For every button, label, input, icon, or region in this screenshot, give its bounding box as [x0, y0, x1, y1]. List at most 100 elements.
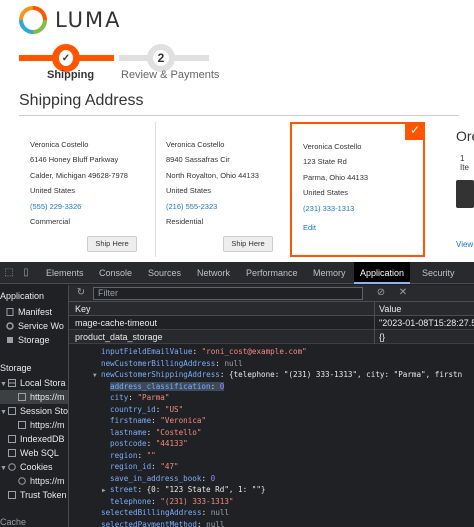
luma-logo[interactable]: LUMA [19, 6, 122, 34]
sidebar-item-storage[interactable]: Storage [6, 333, 50, 347]
tree-node: city: "Parma" [110, 392, 169, 403]
address-country: United States [166, 186, 212, 196]
clear-all-icon[interactable]: ⊘ [375, 287, 387, 299]
tree-value: "44133" [155, 439, 188, 448]
address-city: North Royalton, Ohio 44133 [166, 170, 259, 180]
tree-node[interactable]: ▼ newCustomerShippingAddress: {telephone:… [93, 369, 462, 380]
row-key: mage-cache-timeout [75, 318, 158, 328]
grid-icon [18, 393, 26, 401]
table-row[interactable]: product_data_storage {} [69, 330, 474, 344]
sidebar-item-cookies[interactable]: ▼ Cookies [0, 460, 53, 474]
tree-value: "Veronica" [160, 416, 207, 425]
tab-memory[interactable]: Memory [307, 262, 352, 284]
tree-node: selectedBillingAddress: null [101, 507, 229, 518]
sidebar-item-manifest[interactable]: Manifest [6, 305, 52, 319]
tree-key: newCustomerBillingAddress [101, 358, 216, 368]
sidebar-item-label: Storage [18, 335, 50, 345]
refresh-icon[interactable]: ↻ [75, 287, 87, 299]
tree-entry: region_id: "47" [110, 462, 179, 471]
table-row[interactable]: mage-cache-timeout "2023-01-08T15:28:27.… [69, 316, 474, 330]
address-city: Parma, Ohio 44133 [303, 172, 369, 182]
expand-arrow-icon[interactable]: ▼ [93, 370, 101, 381]
divider [19, 115, 459, 116]
sidebar-section-application: Application [0, 291, 45, 301]
sidebar-item-label: Web SQL [20, 448, 59, 458]
grid-icon [8, 407, 16, 415]
address-country: United States [30, 186, 76, 196]
address-card: Veronica Costello 6146 Honey Bluff Parkw… [19, 122, 154, 257]
tab-application[interactable]: Application [354, 262, 411, 284]
tree-key: inputFieldEmailValue [101, 347, 193, 356]
tree-value: null [210, 508, 230, 517]
tree-colon: : [151, 496, 161, 506]
tree-value: "" [146, 450, 156, 460]
address-phone-link[interactable]: (555) 229-3326 [30, 199, 154, 214]
tab-console[interactable]: Console [93, 262, 138, 284]
tab-sources[interactable]: Sources [142, 262, 187, 284]
address-phone-link[interactable]: (231) 333-1313 [303, 201, 423, 216]
column-divider[interactable] [374, 302, 375, 344]
tree-key: newCustomerShippingAddress [101, 370, 220, 379]
tree-value: "roni_cost@example.com" [201, 347, 307, 356]
tree-value: null [224, 358, 243, 368]
order-summary-items[interactable]: 1 Ite [460, 154, 474, 172]
filter-input[interactable]: Filter [93, 287, 363, 300]
sidebar-item-label: https://m [30, 392, 65, 402]
tab-elements[interactable]: Elements [40, 262, 90, 284]
sidebar-item-session-origin[interactable]: https://m [18, 418, 65, 432]
sidebar-item-cookie-origin[interactable]: https://m [18, 474, 65, 488]
tree-entry: postcode: "44133" [110, 439, 188, 448]
tree-value: 0 [210, 473, 216, 483]
address-phone-link[interactable]: (216) 555-2323 [166, 199, 290, 214]
tree-colon: : [151, 416, 161, 425]
document-icon [6, 308, 14, 316]
tree-colon: : [219, 370, 230, 379]
edit-address-link[interactable]: Edit [303, 220, 423, 235]
tree-key: city [110, 393, 129, 402]
collapse-arrow-icon[interactable]: ▶ [102, 485, 110, 496]
order-summary-title: Ore [456, 128, 474, 144]
tree-colon: : [137, 485, 147, 494]
sidebar-item-label: Session Sto [20, 406, 69, 416]
caret-down-icon[interactable]: ▼ [0, 406, 8, 420]
cookie-icon [18, 477, 26, 485]
delete-selected-icon[interactable]: ✕ [397, 287, 409, 299]
sidebar-item-trust-tokens[interactable]: Trust Token [8, 488, 67, 502]
application-sidebar: Application Manifest Service Wo Storage … [0, 285, 69, 527]
sidebar-item-session-storage[interactable]: ▼ Session Sto [0, 404, 68, 418]
tab-security[interactable]: Security [416, 262, 461, 284]
column-key-header[interactable]: Key [75, 302, 91, 316]
caret-down-icon[interactable]: ▼ [0, 462, 8, 476]
address-name: Veronica Costello [166, 140, 225, 149]
sidebar-item-local-storage[interactable]: ▼ Local Stora [0, 376, 66, 390]
column-value-header[interactable]: Value [379, 302, 401, 316]
tree-entry: newCustomerShippingAddress: {telephone: … [101, 370, 462, 379]
sidebar-item-indexeddb[interactable]: IndexedDB [8, 432, 65, 446]
tree-value: "Parma" [137, 393, 170, 402]
sidebar-item-websql[interactable]: Web SQL [8, 446, 59, 460]
ship-here-button[interactable]: Ship Here [223, 236, 273, 252]
order-summary: Ore 1 Ite View [452, 122, 474, 257]
tab-performance[interactable]: Performance [240, 262, 304, 284]
tree-node[interactable]: ▶ street: {0: "123 State Rd", 1: ""} [102, 484, 265, 495]
address-card-selected[interactable]: Veronica Costello 123 State Rd Parma, Oh… [290, 122, 425, 257]
tree-entry: save_in_address_book: 0 [110, 474, 215, 483]
view-details-link[interactable]: View [456, 240, 473, 249]
tree-node: inputFieldEmailValue: "roni_cost@example… [101, 346, 307, 357]
tree-entry: telephone: "(231) 333-1313" [110, 497, 233, 506]
step-review-label[interactable]: Review & Payments [121, 69, 219, 81]
sidebar-item-local-origin[interactable]: https://m [0, 390, 68, 404]
sidebar-item-service-workers[interactable]: Service Wo [6, 319, 64, 333]
tree-colon: : [137, 450, 147, 460]
devtools-panel: ⬚ ▯ Elements Console Sources Network Per… [0, 262, 474, 527]
sidebar-item-label: Trust Token [20, 490, 67, 500]
tab-network[interactable]: Network [191, 262, 236, 284]
inspect-element-icon[interactable]: ⬚ [3, 267, 15, 279]
tree-node: address_classification: 0 [110, 381, 225, 392]
sidebar-item-label: Manifest [18, 307, 53, 317]
ship-here-button[interactable]: Ship Here [87, 236, 137, 252]
device-toolbar-icon[interactable]: ▯ [20, 267, 32, 279]
address-street: 6146 Honey Bluff Parkway [30, 155, 119, 165]
tree-value: "Costello" [155, 427, 202, 437]
tree-entry: country_id: "US" [110, 405, 183, 414]
